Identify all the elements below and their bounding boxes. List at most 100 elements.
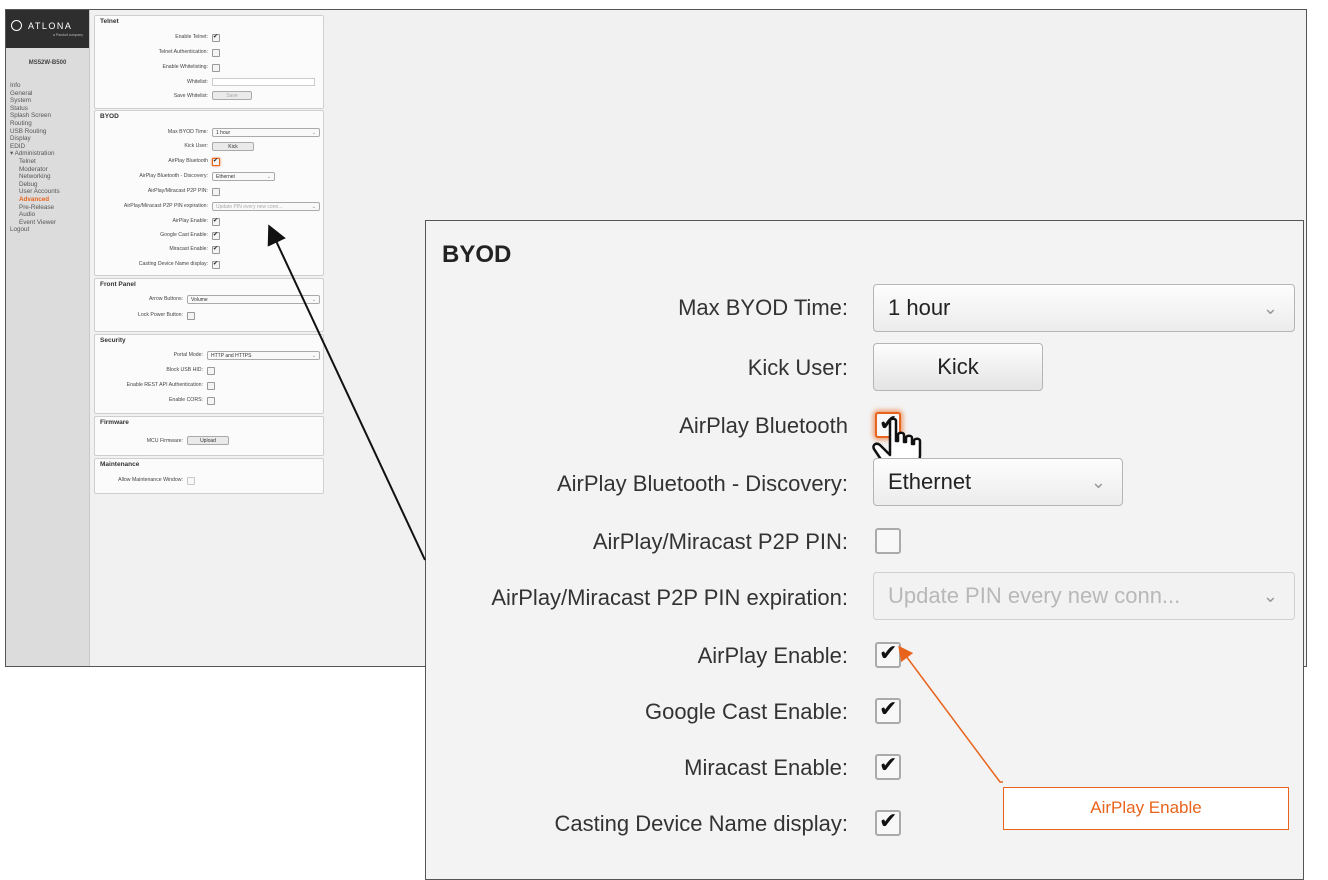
atlona-logo: ATLONA a Panduit company [6, 10, 89, 48]
sidebar-item-user-accounts[interactable]: User Accounts [6, 188, 60, 196]
mcu-firmware-label: MCU Firmware: [146, 438, 183, 444]
sidebar-item-pre-release[interactable]: Pre-Release [6, 204, 60, 212]
firmware-title: Firmware [100, 419, 129, 426]
sidebar-item-telnet[interactable]: Telnet [6, 158, 60, 166]
upload-button[interactable]: Upload [187, 436, 229, 445]
airplay-bt-discovery-label: AirPlay Bluetooth - Discovery: [557, 471, 848, 496]
airplay-bt-discovery-value: Ethernet [216, 174, 235, 180]
kick-user-label: Kick User: [184, 143, 208, 149]
arrow-buttons-value: Volume [191, 297, 208, 303]
enable-whitelisting-label: Enable Whitelisting: [162, 64, 208, 70]
sidebar-item-audio[interactable]: Audio [6, 211, 60, 219]
airplay-enable-callout: AirPlay Enable [1003, 787, 1289, 830]
sidebar-item-system[interactable]: System [6, 97, 60, 105]
casting-name-display-label: Casting Device Name display: [554, 811, 848, 836]
block-usb-hid-label: Block USB HID: [166, 367, 203, 373]
allow-maintenance-checkbox[interactable] [187, 477, 195, 485]
casting-name-display-checkbox[interactable] [212, 260, 220, 269]
chevron-down-icon: ⌄ [311, 130, 316, 136]
max-byod-time-value: 1 hour [888, 295, 951, 320]
sidebar-item-info[interactable]: Info [6, 82, 60, 90]
telnet-auth-checkbox[interactable] [212, 49, 220, 57]
arrow-buttons-select[interactable]: Volume ⌄ [187, 295, 320, 304]
p2p-pin-expiration-select[interactable]: Update PIN every new conn... ⌄ [873, 572, 1295, 620]
p2p-pin-expiration-label: AirPlay/Miracast P2P PIN expiration: [491, 585, 848, 610]
airplay-enable-checkbox[interactable]: ✔ [875, 640, 901, 668]
chevron-down-icon: ⌄ [266, 174, 271, 180]
sidebar: ATLONA a Panduit company MS52W-B500 Info… [6, 10, 90, 666]
sidebar-item-routing[interactable]: Routing [6, 120, 60, 128]
enable-whitelisting-checkbox[interactable] [212, 64, 220, 72]
sidebar-item-logout[interactable]: Logout [6, 226, 60, 234]
p2p-pin-expiration-value: Update PIN every new conn... [888, 583, 1181, 608]
casting-name-display-label: Casting Device Name display: [138, 261, 208, 267]
front-panel-panel: Front Panel Arrow Buttons: Volume ⌄ Lock … [94, 278, 324, 332]
block-usb-hid-checkbox[interactable] [207, 367, 215, 375]
max-byod-time-label: Max BYOD Time: [167, 129, 208, 135]
airplay-bt-discovery-select[interactable]: Ethernet ⌄ [873, 458, 1123, 506]
miracast-enable-checkbox[interactable]: ✔ [875, 752, 901, 780]
airplay-enable-label: AirPlay Enable: [172, 218, 208, 224]
p2p-pin-label: AirPlay/Miracast P2P PIN: [147, 188, 208, 194]
p2p-pin-checkbox[interactable] [875, 528, 901, 554]
firmware-panel: Firmware MCU Firmware: Upload [94, 416, 324, 456]
airplay-bt-discovery-select[interactable]: Ethernet ⌄ [212, 172, 275, 181]
p2p-pin-expiration-select[interactable]: Update PIN every new conn... ⌄ [212, 202, 320, 211]
chevron-down-icon: ⌄ [311, 353, 316, 359]
sidebar-item-administration[interactable]: ▾ Administration [6, 150, 60, 158]
security-panel: Security Portal Mode: HTTP and HTTPS ⌄ Bl… [94, 334, 324, 414]
allow-maintenance-label: Allow Maintenance Window: [118, 477, 183, 483]
sidebar-item-general[interactable]: General [6, 90, 60, 98]
maintenance-panel: Maintenance Allow Maintenance Window: [94, 458, 324, 494]
google-cast-enable-checkbox[interactable] [212, 231, 220, 240]
enable-cors-label: Enable CORS: [168, 397, 203, 403]
airplay-bluetooth-label: AirPlay Bluetooth [679, 413, 848, 438]
whitelist-input[interactable] [212, 78, 315, 86]
airplay-bluetooth-label: AirPlay Bluetooth [168, 158, 208, 164]
sidebar-item-status[interactable]: Status [6, 105, 60, 113]
rest-api-auth-checkbox[interactable] [207, 382, 215, 390]
sidebar-item-advanced[interactable]: Advanced [6, 196, 60, 204]
sidebar-item-debug[interactable]: Debug [6, 181, 60, 189]
p2p-pin-expiration-value: Update PIN every new conn... [216, 204, 283, 210]
miracast-enable-checkbox[interactable] [212, 245, 220, 254]
sidebar-item-usb-routing[interactable]: USB Routing [6, 128, 60, 136]
max-byod-time-select[interactable]: 1 hour ⌄ [212, 128, 320, 137]
miracast-enable-label: Miracast Enable: [684, 755, 848, 780]
front-panel-title: Front Panel [100, 281, 136, 288]
sidebar-item-moderator[interactable]: Moderator [6, 166, 60, 174]
portal-mode-value: HTTP and HTTPS [211, 353, 252, 359]
casting-name-display-checkbox[interactable]: ✔ [875, 808, 901, 836]
p2p-pin-checkbox[interactable] [212, 188, 220, 196]
max-byod-time-value: 1 hour [216, 130, 231, 136]
save-whitelist-label: Save Whitelist: [173, 93, 208, 99]
airplay-enable-checkbox[interactable] [212, 217, 220, 226]
enable-telnet-label: Enable Telnet: [175, 34, 208, 40]
kick-button[interactable]: Kick [873, 343, 1043, 391]
airplay-bluetooth-checkbox[interactable] [212, 157, 220, 166]
google-cast-enable-checkbox[interactable]: ✔ [875, 696, 901, 724]
max-byod-time-select[interactable]: 1 hour ⌄ [873, 284, 1295, 332]
portal-mode-select[interactable]: HTTP and HTTPS ⌄ [207, 351, 320, 360]
logo-mark-icon [11, 20, 22, 31]
save-whitelist-button[interactable]: Save [212, 91, 252, 100]
sidebar-nav: Info General System Status Splash Screen Rout… [6, 82, 60, 234]
device-model: MS52W-B500 [28, 60, 67, 66]
p2p-pin-label: AirPlay/Miracast P2P PIN: [592, 529, 848, 554]
telnet-title: Telnet [100, 18, 119, 25]
sidebar-item-event-viewer[interactable]: Event Viewer [6, 219, 60, 227]
enable-cors-checkbox[interactable] [207, 397, 215, 405]
logo-subtext: a Panduit company [53, 33, 83, 37]
enable-telnet-checkbox[interactable] [212, 33, 220, 42]
max-byod-time-label: Max BYOD Time: [678, 295, 848, 320]
telnet-panel: Telnet Enable Telnet: Telnet Authenticat… [94, 15, 324, 109]
sidebar-item-networking[interactable]: Networking [6, 173, 60, 181]
sidebar-item-display[interactable]: Display [6, 135, 60, 143]
chevron-down-icon: ⌄ [311, 297, 316, 303]
airplay-bt-discovery-label: AirPlay Bluetooth - Discovery: [139, 173, 208, 179]
sidebar-item-edid[interactable]: EDID [6, 143, 60, 151]
chevron-down-icon: ⌄ [1262, 298, 1278, 318]
lock-power-checkbox[interactable] [187, 312, 195, 320]
sidebar-item-splash-screen[interactable]: Splash Screen [6, 112, 60, 120]
kick-button[interactable]: Kick [212, 142, 254, 151]
